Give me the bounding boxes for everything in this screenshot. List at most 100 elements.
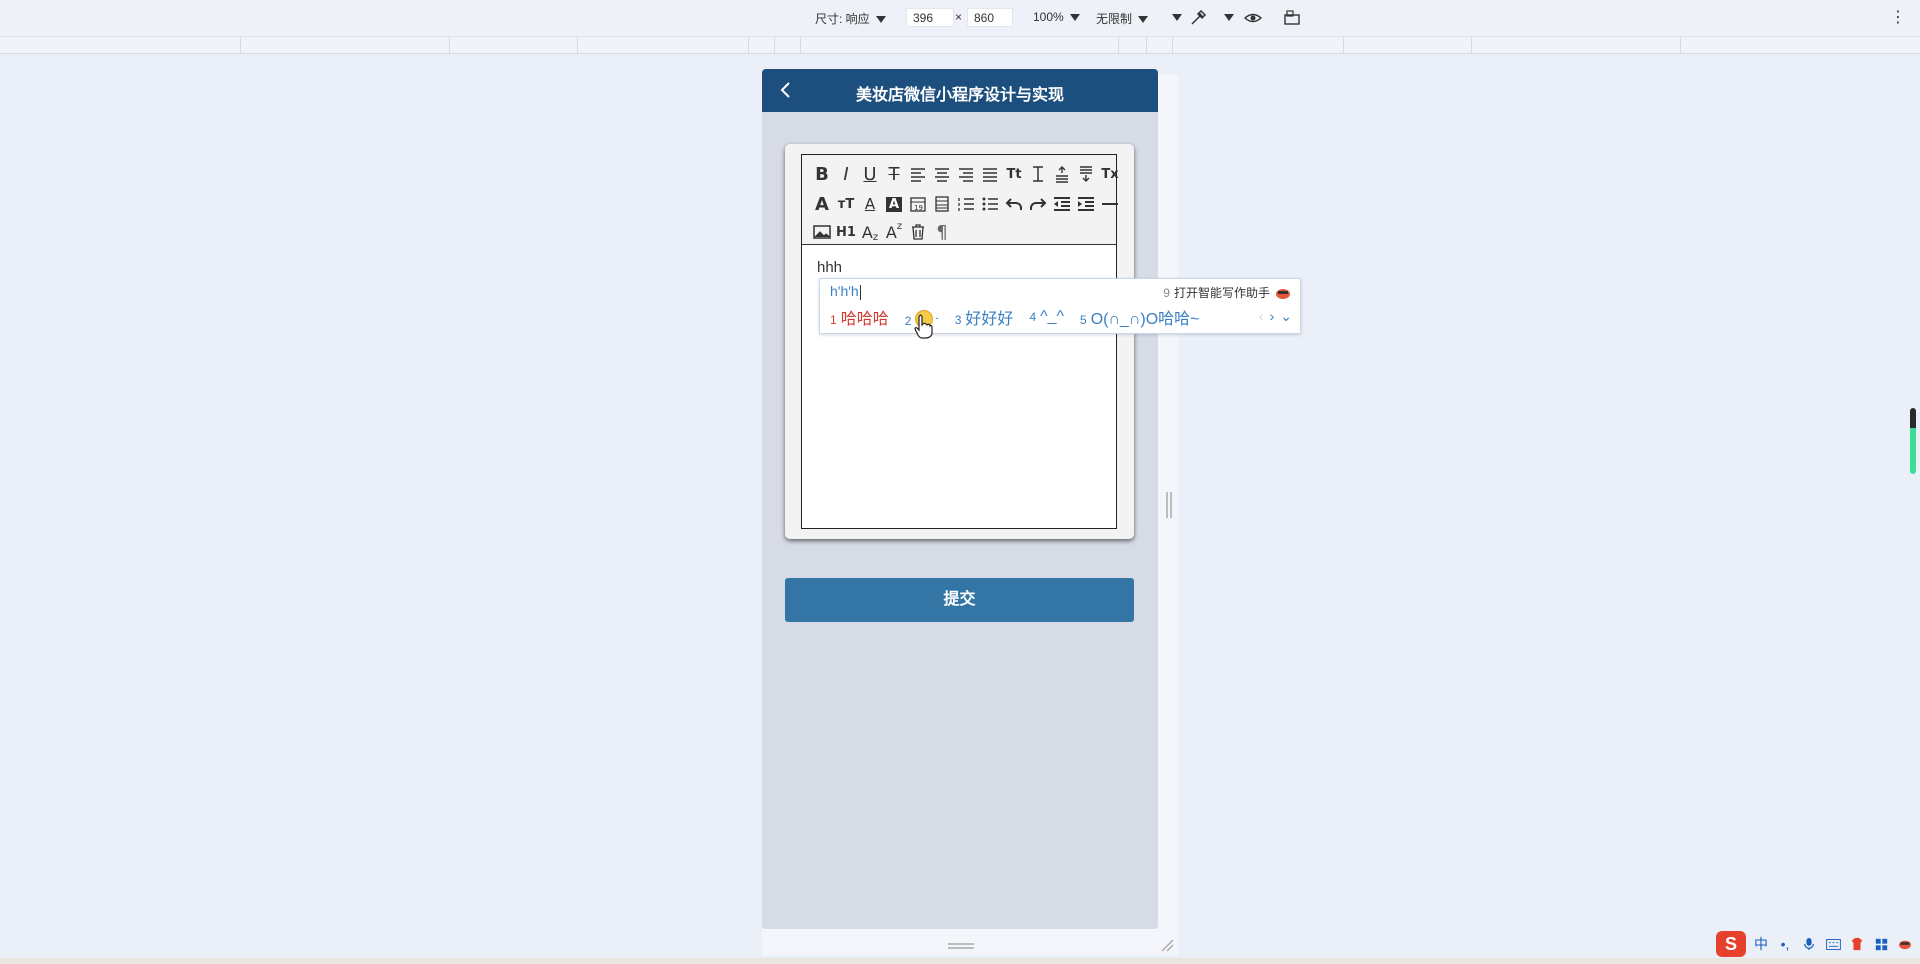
toolbox-icon[interactable] (1872, 935, 1890, 953)
dimensions-dropdown[interactable]: 尺寸: 响应 (815, 10, 886, 27)
chevron-down-icon (875, 16, 886, 24)
ime-candidate[interactable]: 5 O(∩_∩)O哈哈~ (1080, 305, 1199, 329)
line-height-icon[interactable] (1026, 163, 1050, 185)
align-center-icon[interactable] (930, 163, 954, 185)
indent-icon[interactable] (1074, 193, 1098, 215)
corner-resize-handle[interactable] (1160, 938, 1174, 952)
ime-candidate[interactable]: 1 哈哈哈 (830, 305, 889, 329)
microphone-icon[interactable] (1800, 935, 1818, 953)
ime-candidate[interactable]: 3 好好好 (955, 305, 1014, 329)
ruler-tick (774, 37, 775, 54)
ime-status-bar: S 中 •, (1716, 930, 1914, 958)
clear-format-icon[interactable]: Tx (1098, 163, 1122, 185)
candidate-text: 哈哈哈 (840, 311, 889, 328)
ime-page-nav: ‹ › ⌄ (1259, 308, 1292, 325)
ruler-tick (1118, 37, 1119, 54)
expand-candidates-icon[interactable]: ⌄ (1280, 308, 1292, 325)
prev-page-icon[interactable]: ‹ (1259, 308, 1264, 325)
font-color-icon[interactable]: A (858, 193, 882, 215)
ruler-tick (240, 37, 241, 54)
ruler-tick (1471, 37, 1472, 54)
assist-label: 打开智能写作助手 (1173, 286, 1270, 300)
language-toggle[interactable]: 中 (1752, 935, 1770, 953)
table-icon[interactable] (930, 193, 954, 215)
editor-toolbar: B I U T Tt Tx A ᴛT A A 19 H1 A z A z ¶ (802, 155, 1119, 245)
heading-icon[interactable]: H1 (834, 221, 858, 243)
paragraph-mark-icon[interactable]: ¶ (930, 221, 954, 243)
zoom-dropdown[interactable]: 100% (1033, 10, 1080, 24)
trash-icon[interactable] (906, 221, 930, 243)
ruler-tick (577, 37, 578, 54)
eye-icon[interactable] (1243, 8, 1263, 28)
ruler-tick (800, 37, 801, 54)
more-dropdown[interactable] (1166, 10, 1182, 24)
zoom-label: 100% (1033, 10, 1064, 24)
ime-composition: h'h'h (830, 283, 861, 300)
skin-icon[interactable] (1848, 935, 1866, 953)
ruler-tick (1146, 37, 1147, 54)
assist-number: 9 (1163, 285, 1170, 300)
writing-assistant-button[interactable]: 9 打开智能写作助手 (1163, 284, 1292, 301)
ruler-tick (1172, 37, 1173, 54)
text-cursor (859, 284, 861, 300)
capture-dropdown[interactable] (1218, 10, 1234, 24)
mascot-icon[interactable] (1896, 935, 1914, 953)
device-viewport: 美妆店微信小程序设计与实现 B I U T Tt Tx A ᴛT A A 19 … (762, 69, 1158, 929)
submit-button[interactable]: 提交 (785, 578, 1134, 622)
candidate-number: 1 (830, 313, 837, 327)
next-page-icon[interactable]: › (1270, 308, 1275, 325)
toolbar-row-2: A ᴛT A A 19 (810, 193, 1122, 215)
punctuation-icon[interactable]: •, (1776, 935, 1794, 953)
align-left-icon[interactable] (906, 163, 930, 185)
bold-icon[interactable]: B (810, 163, 834, 185)
underline-icon[interactable]: U (858, 163, 882, 185)
media-query-ruler (0, 36, 1920, 54)
app-navbar: 美妆店微信小程序设计与实现 (762, 69, 1158, 112)
redo-icon[interactable] (1026, 193, 1050, 215)
candidate-number: 3 (954, 313, 962, 327)
chevron-down-icon: ˇ (935, 316, 939, 328)
ordered-list-icon[interactable] (954, 193, 978, 215)
align-justify-icon[interactable] (978, 163, 1002, 185)
keyboard-icon[interactable] (1824, 935, 1842, 953)
more-options-icon[interactable]: ⋮ (1890, 7, 1906, 27)
subscript-icon[interactable]: Az (858, 221, 882, 243)
viewport-bottom-strip (762, 929, 1178, 955)
throttle-dropdown[interactable]: 无限制 (1096, 10, 1149, 27)
font-family-icon[interactable]: A (810, 193, 834, 215)
side-resize-handle[interactable] (1166, 492, 1172, 518)
space-before-icon[interactable] (1050, 163, 1074, 185)
background-color-icon[interactable]: A (882, 193, 906, 215)
dimensions-label: 尺寸: 响应 (815, 12, 870, 26)
width-input[interactable]: 396 (906, 8, 954, 27)
candidate-number: 4 (1029, 310, 1037, 324)
image-icon[interactable] (810, 221, 834, 243)
sogou-logo-icon[interactable]: S (1716, 931, 1746, 957)
font-size-icon[interactable]: Tt (1002, 163, 1026, 185)
chevron-down-icon (1069, 14, 1080, 22)
ime-candidate[interactable]: 4 ^_^ (1029, 308, 1064, 326)
eyedropper-icon[interactable] (1188, 8, 1208, 28)
outdent-icon[interactable] (1050, 193, 1074, 215)
chevron-down-icon (1224, 14, 1234, 22)
calendar-icon[interactable]: 19 (906, 193, 930, 215)
undo-icon[interactable] (1002, 193, 1026, 215)
height-input[interactable]: 860 (967, 8, 1013, 27)
bottom-resize-handle[interactable] (948, 943, 974, 949)
editor-content[interactable]: hhh (817, 259, 842, 276)
bullet-list-icon[interactable] (978, 193, 1002, 215)
toolbar-row-1: B I U T Tt Tx (810, 163, 1122, 185)
ruler-tick (1343, 37, 1344, 54)
strikethrough-icon[interactable]: T (882, 163, 906, 185)
text-transform-icon[interactable]: ᴛT (834, 193, 858, 215)
ime-candidate-list: 1 哈哈哈 2 ˇ 3 好好好 4 ^_^ 5 O(∩_∩)O哈哈~ (830, 306, 1216, 328)
align-right-icon[interactable] (954, 163, 978, 185)
rich-text-editor[interactable]: B I U T Tt Tx A ᴛT A A 19 H1 A z A z ¶ h… (801, 154, 1119, 529)
ime-composition-text: h'h'h (830, 283, 859, 299)
italic-icon[interactable]: I (834, 163, 858, 185)
superscript-icon[interactable]: Az (882, 221, 906, 243)
space-after-icon[interactable] (1074, 163, 1098, 185)
horizontal-rule-icon[interactable] (1098, 193, 1122, 215)
candidate-text: 好好好 (965, 311, 1014, 328)
rotate-device-icon[interactable] (1282, 8, 1302, 28)
